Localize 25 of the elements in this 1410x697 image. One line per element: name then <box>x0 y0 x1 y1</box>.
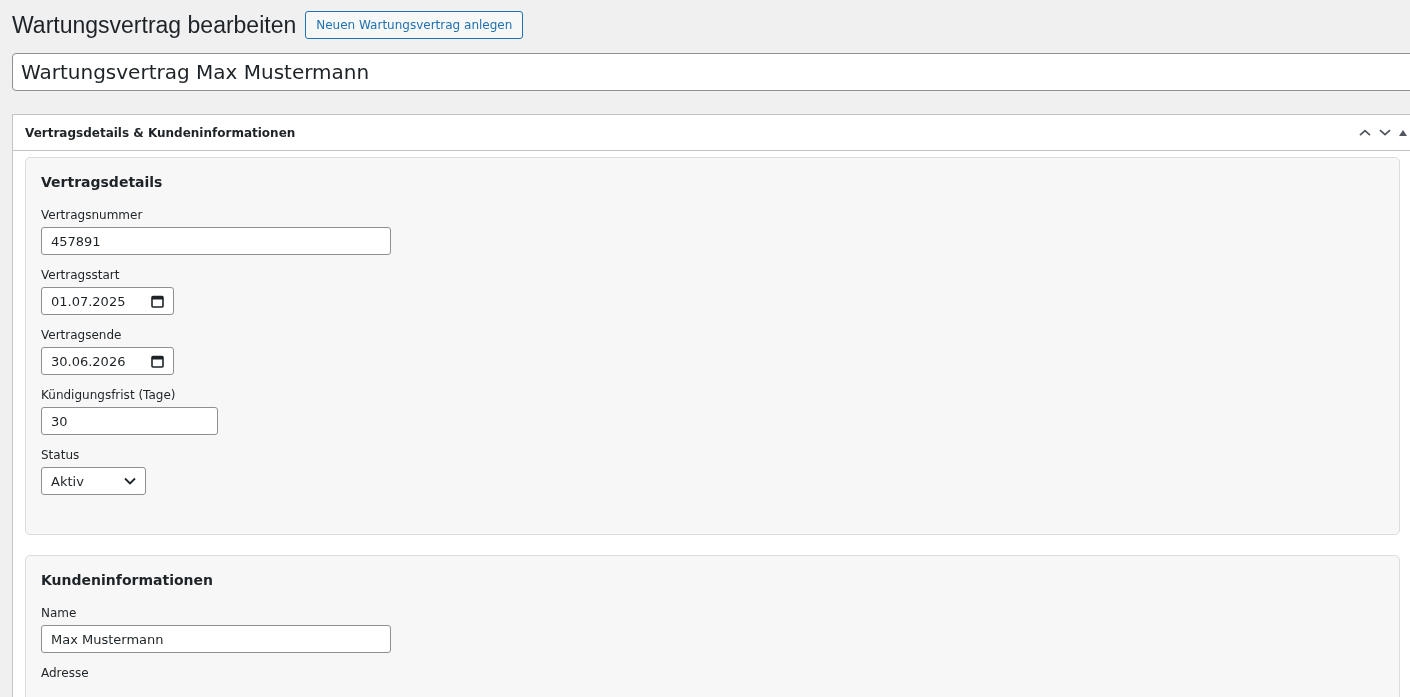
section-title: Vertragsdetails <box>41 174 164 190</box>
date-field[interactable]: 01.07.2025 <box>41 287 174 315</box>
input-field[interactable]: Max Mustermann <box>41 625 391 653</box>
metabox-title: Vertragsdetails & Kundeninformationen <box>25 125 297 140</box>
section-title: Kundeninformationen <box>41 572 214 588</box>
calendar-icon[interactable] <box>151 354 164 368</box>
field-label: Adresse <box>41 666 90 680</box>
status-dropdown[interactable]: Aktiv <box>41 467 146 495</box>
title-input[interactable]: Wartungsvertrag Max Mustermann <box>12 53 1410 91</box>
field-label: Vertragsstart <box>41 268 121 282</box>
chevron-up-icon <box>1359 128 1371 137</box>
triangle-icon <box>1399 129 1407 136</box>
page-title: Wartungsvertrag bearbeiten <box>12 11 297 39</box>
field-label: Kündigungsfrist (Tage) <box>41 388 177 402</box>
chevron-down-icon <box>1379 128 1391 137</box>
field-label: Name <box>41 606 78 620</box>
calendar-icon[interactable] <box>151 294 164 308</box>
add-new-button[interactable]: Neuen Wartungsvertrag anlegen <box>305 11 524 39</box>
field-label: Status <box>41 448 81 462</box>
date-field[interactable]: 30.06.2026 <box>41 347 174 375</box>
input-field[interactable]: 457891 <box>41 227 391 255</box>
field-label: Vertragsende <box>41 328 123 342</box>
chevron-down-icon <box>124 477 136 485</box>
input-field[interactable]: 30 <box>41 407 218 435</box>
field-label: Vertragsnummer <box>41 208 144 222</box>
